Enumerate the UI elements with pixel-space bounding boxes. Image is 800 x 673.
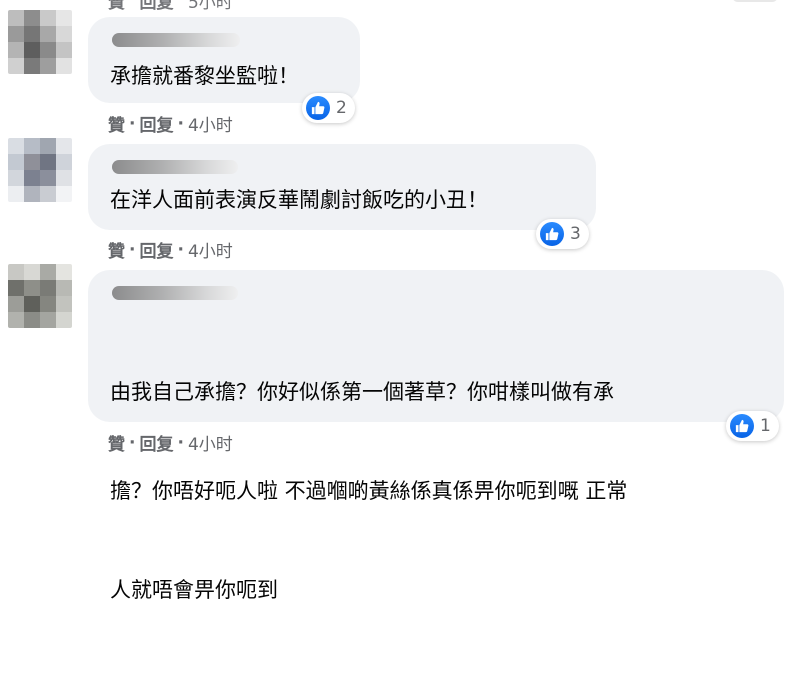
comment-text-line: 人就唔會畀你呃到 xyxy=(110,578,278,602)
comment-actions: 贊 · 回复 · 4小时 xyxy=(108,237,233,263)
comment-text: 承擔就番黎坐監啦！ xyxy=(110,64,299,88)
timestamp[interactable]: 4小时 xyxy=(188,237,233,262)
author-name-redacted[interactable] xyxy=(112,33,240,47)
comment-text: 在洋人面前表演反華鬧劇討飯吃的小丑！ xyxy=(110,188,488,212)
reply-link[interactable]: 回复 xyxy=(139,430,173,455)
reply-link[interactable]: 回复 xyxy=(139,0,173,13)
reaction-number: 1 xyxy=(760,416,771,436)
comment-text-line: 由我自己承擔？你好似係第一個著草？你咁樣叫做有承 xyxy=(110,380,614,404)
reply-link[interactable]: 回复 xyxy=(139,111,173,136)
like-link[interactable]: 贊 xyxy=(108,0,125,13)
separator: · xyxy=(177,239,184,260)
separator: · xyxy=(129,113,136,134)
timestamp[interactable]: 4小时 xyxy=(188,111,233,136)
comment-actions: 贊 · 回复 · 4小时 xyxy=(108,111,233,137)
like-thumb-icon xyxy=(540,222,564,246)
like-link[interactable]: 贊 xyxy=(108,430,125,455)
timestamp[interactable]: 4小时 xyxy=(188,430,233,455)
author-name-redacted[interactable] xyxy=(112,286,238,300)
previous-reaction-pill xyxy=(732,0,778,2)
reaction-count[interactable]: 3 xyxy=(536,219,589,249)
reaction-number: 3 xyxy=(570,224,581,244)
previous-comment-actions: 贊 · 回复 · 5小时 xyxy=(108,0,233,13)
reaction-count[interactable]: 2 xyxy=(302,93,355,123)
comment-text: 由我自己承擔？你好似係第一個著草？你咁樣叫做有承 擔？你唔好呃人啦 不過嗰啲黃絲… xyxy=(110,310,627,673)
reply-link[interactable]: 回复 xyxy=(139,237,173,262)
avatar[interactable] xyxy=(8,138,72,202)
comment-bubble: 承擔就番黎坐監啦！ xyxy=(88,17,360,103)
like-link[interactable]: 贊 xyxy=(108,111,125,136)
comment-actions: 贊 · 回复 · 4小时 xyxy=(108,430,233,456)
comment-bubble: 在洋人面前表演反華鬧劇討飯吃的小丑！ xyxy=(88,144,596,230)
avatar[interactable] xyxy=(8,10,72,74)
reaction-count[interactable]: 1 xyxy=(726,411,779,441)
separator: · xyxy=(129,432,136,453)
like-thumb-icon xyxy=(730,414,754,438)
avatar[interactable] xyxy=(8,264,72,328)
separator: · xyxy=(129,239,136,260)
separator: · xyxy=(177,432,184,453)
author-name-redacted[interactable] xyxy=(112,160,238,174)
separator: · xyxy=(177,0,183,8)
reaction-number: 2 xyxy=(336,98,347,118)
comment-bubble: 由我自己承擔？你好似係第一個著草？你咁樣叫做有承 擔？你唔好呃人啦 不過嗰啲黃絲… xyxy=(88,270,784,602)
comment-text-line: 擔？你唔好呃人啦 不過嗰啲黃絲係真係畀你呃到嘅 正常 xyxy=(110,479,628,503)
like-thumb-icon xyxy=(306,96,330,120)
timestamp: 5小时 xyxy=(187,0,233,13)
separator: · xyxy=(177,113,184,134)
separator: · xyxy=(129,0,135,8)
like-link[interactable]: 贊 xyxy=(108,237,125,262)
